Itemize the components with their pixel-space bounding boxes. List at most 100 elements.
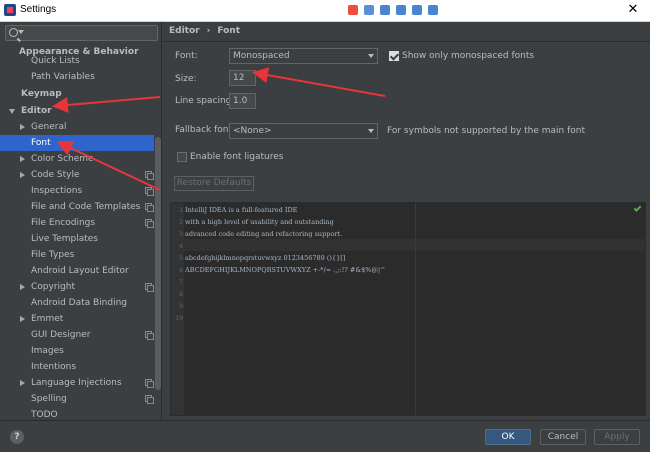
tree-item-label: Images	[31, 346, 64, 356]
line-number: 7	[179, 278, 183, 286]
tray-icon-s[interactable]	[348, 5, 358, 15]
fallback-font-select[interactable]: <None>	[229, 123, 378, 139]
tree-item-android-data-binding[interactable]: Android Data Binding	[31, 295, 127, 311]
intellij-app-icon	[4, 4, 16, 16]
tree-item-intentions[interactable]: Intentions	[31, 359, 76, 375]
tree-item-inspections[interactable]: Inspections	[31, 183, 82, 199]
checkmark-icon	[633, 204, 642, 212]
settings-sidebar: Appearance & Behavior Quick Lists Path V…	[0, 22, 162, 420]
font-settings-panel: Editor › Font Font: Monospaced Show only m…	[163, 22, 650, 420]
tree-item-label: Android Layout Editor	[31, 266, 129, 276]
project-scope-icon	[145, 395, 154, 404]
size-label: Size:	[175, 74, 197, 84]
tree-item-keymap[interactable]: Keymap	[21, 86, 62, 102]
cancel-button[interactable]: Cancel	[540, 429, 586, 445]
ok-button-label: OK	[501, 432, 515, 442]
tree-item-file-encodings[interactable]: File Encodings	[31, 215, 95, 231]
collapse-arrow-icon[interactable]	[20, 124, 25, 130]
settings-search[interactable]	[5, 25, 158, 41]
tree-item-label: TODO	[31, 410, 58, 420]
line-number: 1	[179, 206, 183, 214]
collapse-arrow-icon[interactable]	[20, 380, 25, 386]
project-scope-icon	[145, 219, 154, 228]
apply-button[interactable]: Apply	[594, 429, 640, 445]
title-bar: Settings ✕	[0, 0, 650, 22]
show-monospaced-checkbox[interactable]	[389, 51, 399, 61]
apply-button-label: Apply	[604, 432, 630, 442]
tree-item-copyright[interactable]: Copyright	[20, 279, 75, 295]
tree-item-gui-designer[interactable]: GUI Designer	[31, 327, 90, 343]
tree-item-color-scheme[interactable]: Color Scheme	[20, 151, 94, 167]
tree-item-label: Language Injections	[31, 378, 122, 388]
chevron-down-icon[interactable]	[18, 30, 24, 34]
line-spacing-value: 1.0	[233, 96, 248, 106]
chevron-down-icon	[368, 54, 374, 58]
breadcrumb-separator: ›	[206, 26, 211, 36]
line-number: 5	[179, 254, 183, 262]
expand-arrow-icon[interactable]	[9, 109, 15, 114]
help-icon[interactable]: ?	[10, 430, 24, 444]
tree-item-label: Quick Lists	[31, 56, 80, 66]
tray-icon-grid[interactable]	[428, 5, 438, 15]
tree-item-general[interactable]: General	[20, 119, 67, 135]
font-ligatures-label: Enable font ligatures	[190, 152, 284, 162]
font-select[interactable]: Monospaced	[229, 48, 378, 64]
tree-item-code-style[interactable]: Code Style	[20, 167, 80, 183]
line-number: 10	[175, 314, 183, 322]
tray-icons	[348, 3, 438, 17]
restore-defaults-button[interactable]: Restore Defaults	[174, 176, 254, 191]
font-preview-editor[interactable]: 1 2 3 4 5 6 7 8 9 10 IntelliJ IDEA is a …	[170, 202, 646, 416]
search-input[interactable]	[26, 27, 154, 39]
tray-icon-mic[interactable]	[380, 5, 390, 15]
tree-item-label: Code Style	[31, 170, 80, 180]
collapse-arrow-icon[interactable]	[20, 172, 25, 178]
collapse-arrow-icon[interactable]	[20, 316, 25, 322]
dialog-footer: ? OK Cancel Apply	[0, 420, 650, 452]
line-number: 4	[179, 242, 183, 250]
font-ligatures-checkbox[interactable]	[177, 152, 187, 162]
collapse-arrow-icon[interactable]	[20, 284, 25, 290]
tree-item-label: Android Data Binding	[31, 298, 128, 308]
sidebar-scrollbar[interactable]	[155, 137, 161, 390]
tree-item-label: General	[31, 122, 67, 132]
tray-icon-text[interactable]	[364, 5, 374, 15]
tree-item-emmet[interactable]: Emmet	[20, 311, 64, 327]
search-icon	[9, 28, 18, 37]
project-scope-icon	[145, 283, 154, 292]
window-title: Settings	[20, 4, 57, 15]
preview-line: IntelliJ IDEA is a full-featured IDE	[185, 206, 298, 214]
right-margin-guide	[415, 203, 416, 415]
preview-line: abcdefghijklmnopqrstuvwxyz 0123456789 ()…	[185, 254, 346, 262]
tree-item-label: Font	[31, 138, 51, 148]
project-scope-icon	[145, 203, 154, 212]
tray-icon-shirt[interactable]	[412, 5, 422, 15]
line-spacing-input[interactable]: 1.0	[229, 93, 256, 109]
preview-line: advanced code editing and refactoring su…	[185, 230, 343, 238]
tree-item-label: Path Variables	[31, 72, 95, 82]
tree-item-label: Inspections	[31, 186, 83, 196]
tree-item-spelling[interactable]: Spelling	[31, 391, 67, 407]
font-select-value: Monospaced	[233, 51, 290, 61]
tree-item-path-variables[interactable]: Path Variables	[31, 69, 95, 85]
tree-item-label: File Encodings	[31, 218, 96, 228]
close-icon[interactable]: ✕	[626, 2, 640, 18]
breadcrumb-current: Font	[217, 26, 241, 36]
tree-item-font[interactable]: Font	[0, 135, 154, 151]
collapse-arrow-icon[interactable]	[20, 156, 25, 162]
tray-icon-keyboard[interactable]	[396, 5, 406, 15]
show-monospaced-label: Show only monospaced fonts	[402, 51, 535, 61]
tree-item-live-templates[interactable]: Live Templates	[31, 231, 98, 247]
tree-item-label: File and Code Templates	[31, 202, 141, 212]
tree-item-file-code-templates[interactable]: File and Code Templates	[31, 199, 140, 215]
tree-item-file-types[interactable]: File Types	[31, 247, 74, 263]
tree-item-language-injections[interactable]: Language Injections	[20, 375, 122, 391]
size-input[interactable]: 12	[229, 70, 256, 86]
ok-button[interactable]: OK	[485, 429, 531, 445]
tree-item-android-layout-editor[interactable]: Android Layout Editor	[31, 263, 129, 279]
tree-item-quick-lists[interactable]: Quick Lists	[31, 53, 80, 69]
tree-item-images[interactable]: Images	[31, 343, 64, 359]
tree-item-label: Intentions	[31, 362, 77, 372]
tree-item-label: File Types	[31, 250, 75, 260]
tree-item-editor[interactable]: Editor	[9, 103, 52, 119]
tree-item-label: Emmet	[31, 314, 64, 324]
